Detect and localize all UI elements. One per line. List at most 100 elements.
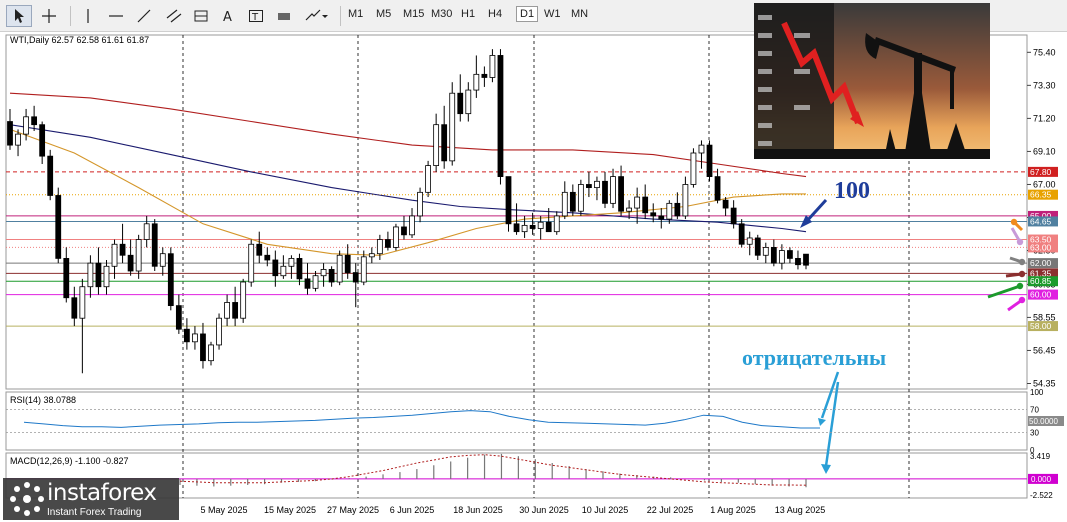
candle-body <box>441 124 448 162</box>
logo-mark-icon <box>10 482 44 516</box>
candle <box>216 313 222 350</box>
level-tag-label: 66.35 <box>1030 190 1052 200</box>
price-tick-label: 69.10 <box>1033 146 1056 156</box>
candle-body <box>610 176 616 204</box>
candle-body <box>224 302 230 319</box>
price-tick-label: 71.20 <box>1033 113 1056 123</box>
cursor-tool-icon[interactable] <box>6 5 32 27</box>
candle-body <box>200 333 206 362</box>
price-tick-label: 54.35 <box>1033 378 1056 388</box>
date-tick-label: 1 Aug 2025 <box>710 505 756 515</box>
candle-body <box>208 344 214 362</box>
level-pointer-head <box>1018 296 1026 304</box>
timeframe-w1[interactable]: W1 <box>544 8 561 20</box>
rsi-panel <box>5 391 1028 451</box>
candle-body <box>465 89 472 115</box>
candle-body <box>272 259 279 277</box>
candle-body <box>175 305 182 330</box>
vertical-line-tool-icon[interactable] <box>76 5 100 27</box>
trendline-tool-icon[interactable] <box>132 5 156 27</box>
label-tool-icon[interactable]: T <box>244 5 268 27</box>
date-tick-label: 27 May 2025 <box>327 505 379 515</box>
timeframe-mn[interactable]: MN <box>571 8 588 20</box>
candle <box>240 278 247 323</box>
timeframe-m1[interactable]: M1 <box>348 8 363 20</box>
macd-tick-label: -2.522 <box>1030 491 1053 500</box>
date-tick-label: 18 Jun 2025 <box>453 505 503 515</box>
candle-body <box>368 253 375 258</box>
candle-body <box>344 254 351 273</box>
level-tag-label: 58.00 <box>1030 321 1052 331</box>
candle-body <box>192 333 198 343</box>
date-tick-label: 5 May 2025 <box>200 505 247 515</box>
arrows-tool-icon[interactable] <box>300 5 332 27</box>
timeframe-m5[interactable]: M5 <box>376 8 391 20</box>
candle-body <box>449 92 456 162</box>
macd-label: MACD(12,26,9) -1.100 -0.827 <box>10 456 129 466</box>
timeframe-d1[interactable]: D1 <box>516 6 539 22</box>
macd-tick-label: 0.000 <box>1031 475 1052 484</box>
channel-tool-icon[interactable] <box>162 5 186 27</box>
candle-body <box>143 223 150 240</box>
candle-body <box>698 144 705 154</box>
text-tool-icon[interactable]: A <box>216 5 240 27</box>
candle-body <box>39 124 46 157</box>
date-tick-label: 22 Jul 2025 <box>647 505 694 515</box>
candle-body <box>264 254 271 261</box>
level-pointer-head <box>1018 270 1026 278</box>
candle-body <box>135 239 142 272</box>
candle-body <box>586 184 592 189</box>
candle-body <box>409 215 415 236</box>
timeframe-m30[interactable]: M30 <box>431 8 452 20</box>
logo-name: instaforex <box>47 480 157 506</box>
crosshair-tool-icon[interactable] <box>36 5 62 27</box>
level-pointer-head <box>1016 238 1024 246</box>
price-tick-label: 56.45 <box>1033 345 1056 355</box>
candle-body <box>31 116 38 126</box>
level-pointer-head <box>1010 218 1018 226</box>
candle <box>505 176 512 232</box>
candle-body <box>111 243 118 267</box>
candle-body <box>71 297 78 319</box>
candle-body <box>738 223 745 245</box>
candle-body <box>280 265 287 277</box>
candle-body <box>682 184 689 217</box>
price-tick-label: 73.30 <box>1033 80 1056 90</box>
timeframe-h4[interactable]: H4 <box>488 8 502 20</box>
candle-body <box>320 269 327 277</box>
candle-body <box>63 258 70 299</box>
date-tick-label: 13 Aug 2025 <box>775 505 826 515</box>
candle <box>706 140 713 182</box>
candle-body <box>618 176 624 212</box>
timeframe-h1[interactable]: H1 <box>461 8 475 20</box>
candle-body <box>537 221 544 229</box>
candle-body <box>529 224 536 229</box>
rsi-level-label: 100 <box>1030 388 1044 397</box>
candle <box>577 179 584 216</box>
level-tag-label: 62.00 <box>1030 258 1052 268</box>
candle <box>151 219 158 271</box>
candle-body <box>328 269 335 283</box>
rectangle-tool-icon[interactable] <box>272 5 296 27</box>
candle-body <box>778 250 785 264</box>
candle-body <box>754 237 761 256</box>
candle-body <box>95 262 102 288</box>
macd-tick-label: 3.419 <box>1030 452 1051 461</box>
candle-body <box>47 155 54 196</box>
rsi-level-label: 30 <box>1030 429 1039 438</box>
candle-body <box>770 246 777 264</box>
candle-body <box>55 195 62 259</box>
candle-body <box>216 317 222 346</box>
candle-body <box>296 258 303 280</box>
ma-annotation-100: 100 <box>834 178 870 204</box>
candle-body <box>159 253 166 267</box>
horizontal-line-tool-icon[interactable] <box>104 5 128 27</box>
candle-body <box>795 258 801 266</box>
timeframe-m15[interactable]: M15 <box>403 8 424 20</box>
candle-body <box>481 73 488 78</box>
fibonacci-tool-icon[interactable] <box>189 5 213 27</box>
candle-body <box>7 121 13 146</box>
candle-body <box>248 243 255 283</box>
candle-body <box>79 286 86 319</box>
candle-body <box>401 226 407 236</box>
